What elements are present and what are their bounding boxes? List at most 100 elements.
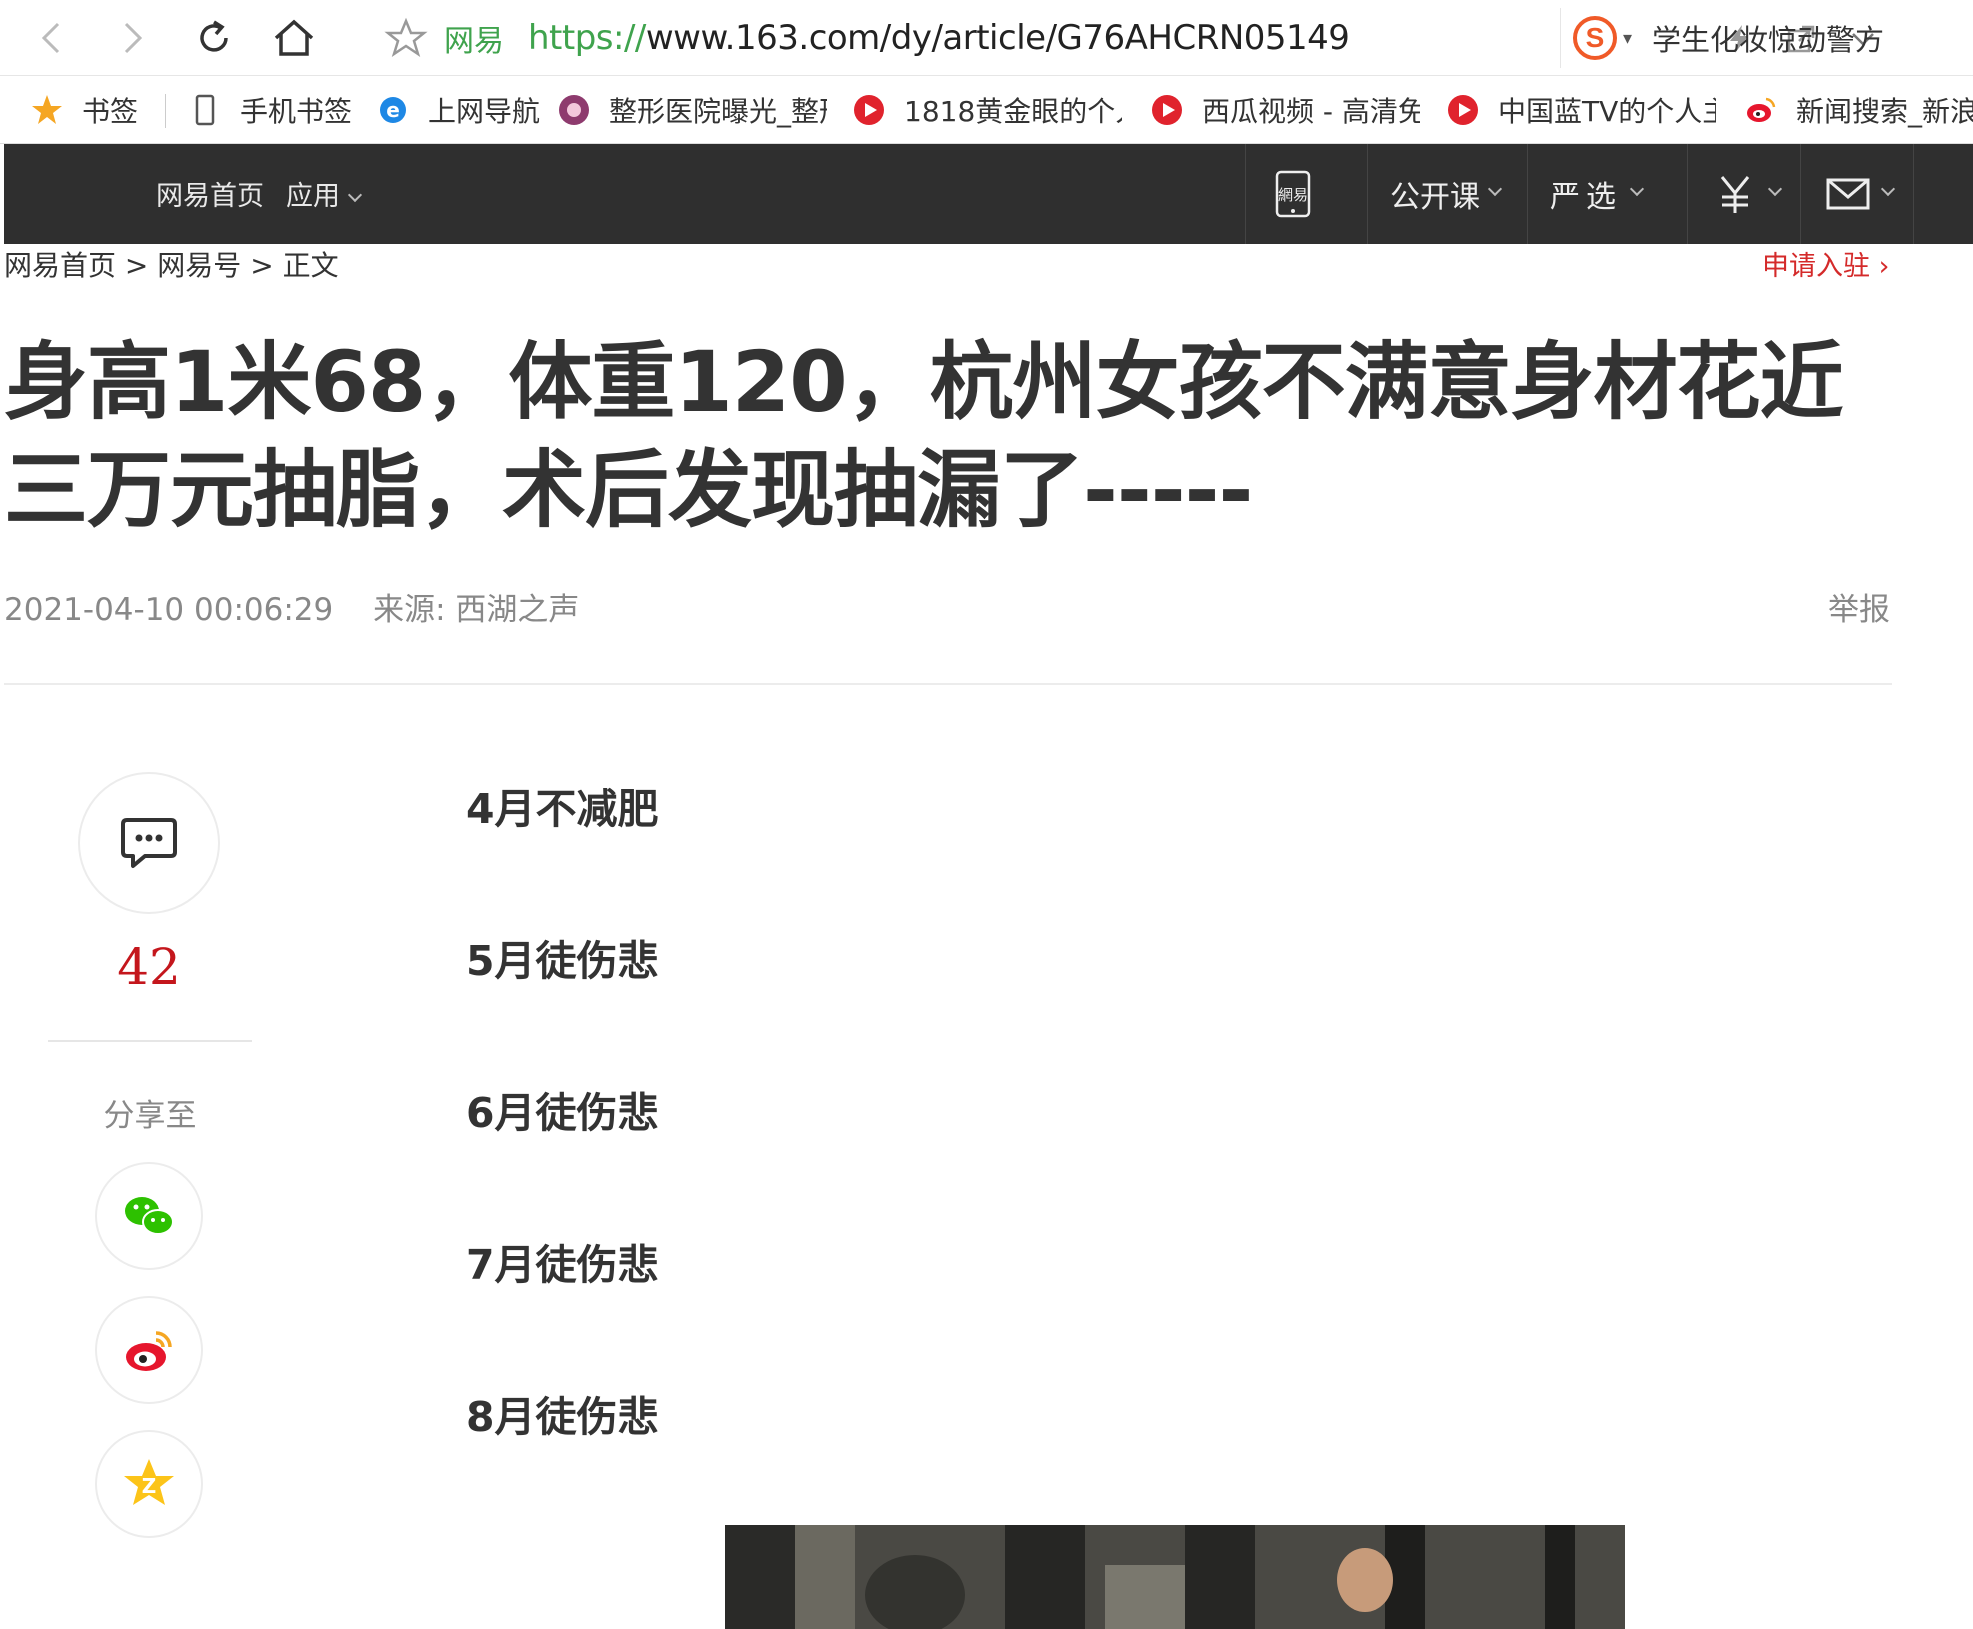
clinic-icon (557, 93, 591, 127)
yen-icon (1720, 176, 1750, 213)
svg-text:網易: 網易 (1278, 186, 1308, 204)
video-icon (1446, 93, 1480, 127)
phone-icon (188, 93, 222, 127)
publish-date: 2021-04-10 00:06:29 (4, 592, 334, 628)
header-divider (4, 683, 1892, 685)
bookmark-item[interactable]: e 上网导航 (376, 90, 540, 130)
chevron-left-icon (41, 22, 60, 54)
bookmark-label: 整形医院曝光_整形 (609, 95, 827, 128)
url-site-label: 网易 (444, 24, 504, 59)
video-icon (1150, 93, 1184, 127)
breadcrumb-home[interactable]: 网易首页 (4, 249, 116, 282)
url-text[interactable]: https://www.163.com/dy/article/G76AHCRN0… (528, 18, 1348, 58)
bookmark-item[interactable]: 书签 (30, 90, 138, 130)
comment-count[interactable]: 42 (78, 938, 220, 996)
sogou-logo-icon[interactable]: S (1573, 16, 1617, 60)
url-protocol: https:// (528, 18, 646, 58)
star-icon (30, 93, 64, 127)
qzone-icon: Z (124, 1459, 174, 1505)
share-wechat-button[interactable] (95, 1162, 203, 1270)
nav-pay[interactable] (1687, 144, 1800, 244)
chevron-right-icon: › (1878, 251, 1890, 282)
chevron-down-icon (1767, 181, 1783, 197)
apply-link[interactable]: 申请入驻 › (1762, 244, 1889, 283)
bookmark-item[interactable]: 新闻搜索_新浪搜 (1744, 90, 1973, 130)
breadcrumb-separator: > (124, 249, 149, 282)
article-source: 来源: 西湖之声 (373, 592, 580, 628)
video-icon (852, 93, 886, 127)
article-title-line: 三万元抽脂，术后发现抽漏了----- (4, 441, 1253, 539)
bookmark-item[interactable]: 1818黄金眼的个人 (852, 90, 1122, 130)
breadcrumb-separator: > (250, 249, 274, 282)
url-path: www.163.com/dy/article/G76AHCRN05149C28 (645, 18, 1348, 58)
breadcrumb-dy[interactable]: 网易号 (157, 249, 241, 282)
bookmark-label: 书签 (82, 95, 139, 128)
share-weibo-button[interactable] (95, 1296, 203, 1404)
search-query[interactable]: 学生化妆惊动警方 (1652, 17, 1884, 59)
back-button[interactable] (24, 10, 80, 66)
caret-down-icon[interactable]: ▾ (1623, 28, 1632, 49)
netease-phone-icon: 網易 (1275, 170, 1311, 218)
reload-button[interactable] (186, 10, 242, 66)
bookmarks-bar: 书签 手机书签 e 上网导航 整形医院曝光_整形 1818黄金眼的个人 西瓜视频… (0, 76, 1973, 144)
site-nav: 网易首页 应用 網易 公开课 严选 (4, 144, 1973, 244)
comment-bubble-icon (121, 818, 177, 868)
weibo-icon (1744, 93, 1778, 127)
bookmark-item[interactable]: 整形医院曝光_整形 (557, 90, 827, 130)
nav-open-course-label: 公开课 (1390, 180, 1480, 215)
nav-yanxuan[interactable]: 严选 (1527, 144, 1687, 244)
search-box[interactable]: S ▾ 学生化妆惊动警方 (1560, 8, 1884, 68)
nav-open-course[interactable]: 公开课 (1367, 144, 1527, 244)
comment-button[interactable] (78, 772, 220, 914)
share-divider (48, 1040, 252, 1042)
article-paragraph: 4月不减肥 (466, 785, 659, 833)
article-paragraph: 8月徒伤悲 (466, 1393, 659, 1441)
report-link[interactable]: 举报 (1828, 584, 1890, 629)
ie-icon: e (376, 93, 410, 127)
share-qzone-button[interactable]: Z (95, 1430, 203, 1538)
chevron-down-icon (1629, 181, 1645, 197)
breadcrumb-current: 正文 (282, 249, 339, 282)
home-button[interactable] (266, 10, 322, 66)
chevron-down-icon (347, 187, 363, 203)
bookmark-label: 西瓜视频 - 高清免 (1202, 95, 1420, 128)
breadcrumb: 网易首页 > 网易号 > 正文 (4, 244, 339, 284)
address-bar[interactable]: 网易 https://www.163.com/dy/article/G76AHC… (362, 8, 1874, 68)
article-paragraph: 7月徒伤悲 (466, 1241, 659, 1289)
bookmark-label: 上网导航 (428, 95, 541, 128)
bookmark-label: 中国蓝TV的个人主 (1498, 95, 1716, 128)
mail-icon (1826, 178, 1870, 210)
article-title-line: 身高1米68，体重120，杭州女孩不满意身材花近 (4, 333, 1844, 431)
bookmark-label: 手机书签 (240, 95, 353, 128)
nav-apps-label: 应用 (286, 181, 340, 212)
reload-icon (200, 20, 228, 52)
article-photo (725, 1525, 1625, 1629)
weibo-icon (126, 1331, 172, 1371)
svg-text:e: e (386, 98, 400, 122)
bookmark-divider (165, 94, 166, 128)
nav-yanxuan-label: 严选 (1550, 180, 1622, 215)
article-meta: 2021-04-10 00:06:29 来源: 西湖之声 (4, 584, 579, 629)
nav-apps-menu[interactable]: 应用 (286, 174, 363, 213)
article-title: 身高1米68，体重120，杭州女孩不满意身材花近 三万元抽脂，术后发现抽漏了--… (4, 328, 1884, 544)
bookmark-item[interactable]: 中国蓝TV的个人主 (1446, 90, 1716, 130)
nav-home-link[interactable]: 网易首页 (156, 174, 264, 213)
browser-toolbar: 网易 https://www.163.com/dy/article/G76AHC… (0, 0, 1973, 76)
forward-button[interactable] (104, 10, 160, 66)
star-outline-icon[interactable] (384, 16, 428, 60)
gym-photo-image (725, 1525, 1625, 1629)
chevron-right-icon (124, 22, 143, 54)
nav-mobile-app[interactable]: 網易 (1245, 144, 1367, 244)
nav-more[interactable] (1913, 144, 1973, 244)
apply-link-label: 申请入驻 (1762, 251, 1870, 282)
share-label: 分享至 (103, 1098, 197, 1134)
nav-mail[interactable] (1800, 144, 1913, 244)
article-paragraph: 5月徒伤悲 (466, 937, 659, 985)
home-icon (274, 19, 314, 56)
wechat-icon (125, 1197, 174, 1235)
chevron-down-icon (1487, 181, 1503, 197)
bookmark-item[interactable]: 手机书签 (188, 90, 352, 130)
bookmark-item[interactable]: 西瓜视频 - 高清免 (1150, 90, 1420, 130)
chevron-down-icon (1880, 181, 1896, 197)
bookmark-label: 1818黄金眼的个人 (904, 95, 1122, 128)
